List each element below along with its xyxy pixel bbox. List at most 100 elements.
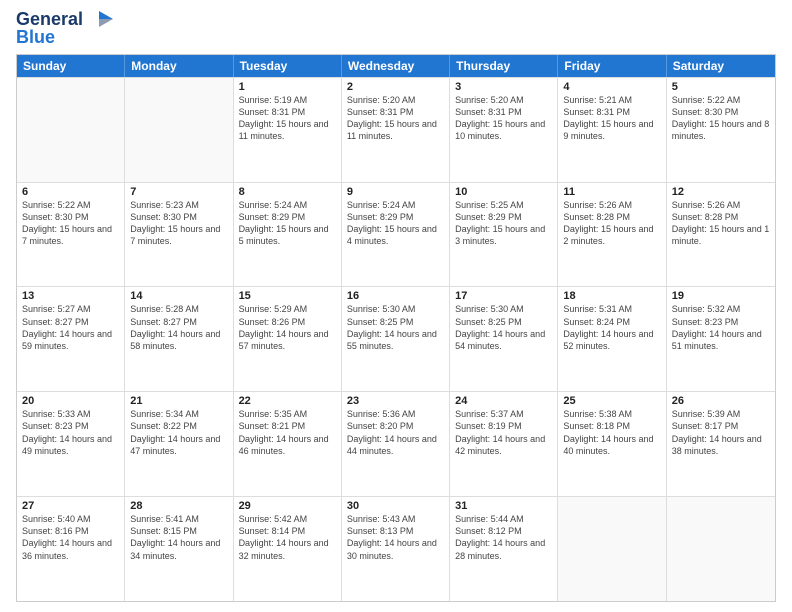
day-number: 18 <box>563 290 660 302</box>
calendar-day-13: 13Sunrise: 5:27 AM Sunset: 8:27 PM Dayli… <box>17 287 125 391</box>
calendar-day-9: 9Sunrise: 5:24 AM Sunset: 8:29 PM Daylig… <box>342 183 450 287</box>
day-number: 1 <box>239 81 336 93</box>
day-number: 9 <box>347 186 444 198</box>
col-header-saturday: Saturday <box>667 55 775 77</box>
cell-info: Sunrise: 5:41 AM Sunset: 8:15 PM Dayligh… <box>130 513 227 562</box>
day-number: 12 <box>672 186 770 198</box>
calendar-day-26: 26Sunrise: 5:39 AM Sunset: 8:17 PM Dayli… <box>667 392 775 496</box>
calendar-day-18: 18Sunrise: 5:31 AM Sunset: 8:24 PM Dayli… <box>558 287 666 391</box>
calendar-day-empty <box>558 497 666 601</box>
cell-info: Sunrise: 5:24 AM Sunset: 8:29 PM Dayligh… <box>347 199 444 248</box>
day-number: 24 <box>455 395 552 407</box>
cell-info: Sunrise: 5:30 AM Sunset: 8:25 PM Dayligh… <box>455 303 552 352</box>
cell-info: Sunrise: 5:23 AM Sunset: 8:30 PM Dayligh… <box>130 199 227 248</box>
cell-info: Sunrise: 5:43 AM Sunset: 8:13 PM Dayligh… <box>347 513 444 562</box>
calendar-day-15: 15Sunrise: 5:29 AM Sunset: 8:26 PM Dayli… <box>234 287 342 391</box>
calendar-day-29: 29Sunrise: 5:42 AM Sunset: 8:14 PM Dayli… <box>234 497 342 601</box>
cell-info: Sunrise: 5:34 AM Sunset: 8:22 PM Dayligh… <box>130 408 227 457</box>
calendar-day-7: 7Sunrise: 5:23 AM Sunset: 8:30 PM Daylig… <box>125 183 233 287</box>
calendar-day-31: 31Sunrise: 5:44 AM Sunset: 8:12 PM Dayli… <box>450 497 558 601</box>
cell-info: Sunrise: 5:25 AM Sunset: 8:29 PM Dayligh… <box>455 199 552 248</box>
calendar-day-11: 11Sunrise: 5:26 AM Sunset: 8:28 PM Dayli… <box>558 183 666 287</box>
calendar-day-19: 19Sunrise: 5:32 AM Sunset: 8:23 PM Dayli… <box>667 287 775 391</box>
cell-info: Sunrise: 5:27 AM Sunset: 8:27 PM Dayligh… <box>22 303 119 352</box>
page: General Blue SundayMondayTuesdayWednesda… <box>0 0 792 612</box>
calendar-day-17: 17Sunrise: 5:30 AM Sunset: 8:25 PM Dayli… <box>450 287 558 391</box>
cell-info: Sunrise: 5:28 AM Sunset: 8:27 PM Dayligh… <box>130 303 227 352</box>
day-number: 30 <box>347 500 444 512</box>
cell-info: Sunrise: 5:26 AM Sunset: 8:28 PM Dayligh… <box>672 199 770 248</box>
calendar-day-3: 3Sunrise: 5:20 AM Sunset: 8:31 PM Daylig… <box>450 78 558 182</box>
calendar-day-12: 12Sunrise: 5:26 AM Sunset: 8:28 PM Dayli… <box>667 183 775 287</box>
cell-info: Sunrise: 5:32 AM Sunset: 8:23 PM Dayligh… <box>672 303 770 352</box>
cell-info: Sunrise: 5:39 AM Sunset: 8:17 PM Dayligh… <box>672 408 770 457</box>
day-number: 10 <box>455 186 552 198</box>
day-number: 26 <box>672 395 770 407</box>
col-header-thursday: Thursday <box>450 55 558 77</box>
day-number: 16 <box>347 290 444 302</box>
cell-info: Sunrise: 5:33 AM Sunset: 8:23 PM Dayligh… <box>22 408 119 457</box>
cell-info: Sunrise: 5:22 AM Sunset: 8:30 PM Dayligh… <box>672 94 770 143</box>
calendar-day-6: 6Sunrise: 5:22 AM Sunset: 8:30 PM Daylig… <box>17 183 125 287</box>
cell-info: Sunrise: 5:20 AM Sunset: 8:31 PM Dayligh… <box>455 94 552 143</box>
calendar-week-2: 6Sunrise: 5:22 AM Sunset: 8:30 PM Daylig… <box>17 182 775 287</box>
calendar-day-25: 25Sunrise: 5:38 AM Sunset: 8:18 PM Dayli… <box>558 392 666 496</box>
day-number: 3 <box>455 81 552 93</box>
calendar-day-1: 1Sunrise: 5:19 AM Sunset: 8:31 PM Daylig… <box>234 78 342 182</box>
calendar-day-4: 4Sunrise: 5:21 AM Sunset: 8:31 PM Daylig… <box>558 78 666 182</box>
day-number: 8 <box>239 186 336 198</box>
calendar-day-20: 20Sunrise: 5:33 AM Sunset: 8:23 PM Dayli… <box>17 392 125 496</box>
cell-info: Sunrise: 5:20 AM Sunset: 8:31 PM Dayligh… <box>347 94 444 143</box>
cell-info: Sunrise: 5:22 AM Sunset: 8:30 PM Dayligh… <box>22 199 119 248</box>
cell-info: Sunrise: 5:21 AM Sunset: 8:31 PM Dayligh… <box>563 94 660 143</box>
cell-info: Sunrise: 5:26 AM Sunset: 8:28 PM Dayligh… <box>563 199 660 248</box>
day-number: 21 <box>130 395 227 407</box>
col-header-tuesday: Tuesday <box>234 55 342 77</box>
calendar-day-14: 14Sunrise: 5:28 AM Sunset: 8:27 PM Dayli… <box>125 287 233 391</box>
day-number: 13 <box>22 290 119 302</box>
calendar-day-5: 5Sunrise: 5:22 AM Sunset: 8:30 PM Daylig… <box>667 78 775 182</box>
day-number: 14 <box>130 290 227 302</box>
calendar-header-row: SundayMondayTuesdayWednesdayThursdayFrid… <box>17 55 775 77</box>
logo: General Blue <box>16 10 113 48</box>
day-number: 5 <box>672 81 770 93</box>
calendar-day-empty <box>125 78 233 182</box>
calendar-day-28: 28Sunrise: 5:41 AM Sunset: 8:15 PM Dayli… <box>125 497 233 601</box>
calendar-day-10: 10Sunrise: 5:25 AM Sunset: 8:29 PM Dayli… <box>450 183 558 287</box>
day-number: 28 <box>130 500 227 512</box>
calendar-day-24: 24Sunrise: 5:37 AM Sunset: 8:19 PM Dayli… <box>450 392 558 496</box>
cell-info: Sunrise: 5:38 AM Sunset: 8:18 PM Dayligh… <box>563 408 660 457</box>
calendar-day-27: 27Sunrise: 5:40 AM Sunset: 8:16 PM Dayli… <box>17 497 125 601</box>
cell-info: Sunrise: 5:40 AM Sunset: 8:16 PM Dayligh… <box>22 513 119 562</box>
day-number: 31 <box>455 500 552 512</box>
cell-info: Sunrise: 5:44 AM Sunset: 8:12 PM Dayligh… <box>455 513 552 562</box>
cell-info: Sunrise: 5:36 AM Sunset: 8:20 PM Dayligh… <box>347 408 444 457</box>
calendar-week-4: 20Sunrise: 5:33 AM Sunset: 8:23 PM Dayli… <box>17 391 775 496</box>
header: General Blue <box>16 10 776 48</box>
calendar-day-16: 16Sunrise: 5:30 AM Sunset: 8:25 PM Dayli… <box>342 287 450 391</box>
col-header-wednesday: Wednesday <box>342 55 450 77</box>
cell-info: Sunrise: 5:29 AM Sunset: 8:26 PM Dayligh… <box>239 303 336 352</box>
cell-info: Sunrise: 5:24 AM Sunset: 8:29 PM Dayligh… <box>239 199 336 248</box>
col-header-monday: Monday <box>125 55 233 77</box>
calendar-day-empty <box>667 497 775 601</box>
logo-text-blue: Blue <box>16 27 55 47</box>
day-number: 27 <box>22 500 119 512</box>
day-number: 25 <box>563 395 660 407</box>
day-number: 7 <box>130 186 227 198</box>
calendar-day-empty <box>17 78 125 182</box>
day-number: 11 <box>563 186 660 198</box>
calendar-week-1: 1Sunrise: 5:19 AM Sunset: 8:31 PM Daylig… <box>17 77 775 182</box>
day-number: 23 <box>347 395 444 407</box>
calendar-day-8: 8Sunrise: 5:24 AM Sunset: 8:29 PM Daylig… <box>234 183 342 287</box>
calendar-day-30: 30Sunrise: 5:43 AM Sunset: 8:13 PM Dayli… <box>342 497 450 601</box>
calendar-week-3: 13Sunrise: 5:27 AM Sunset: 8:27 PM Dayli… <box>17 286 775 391</box>
cell-info: Sunrise: 5:35 AM Sunset: 8:21 PM Dayligh… <box>239 408 336 457</box>
day-number: 2 <box>347 81 444 93</box>
cell-info: Sunrise: 5:37 AM Sunset: 8:19 PM Dayligh… <box>455 408 552 457</box>
cell-info: Sunrise: 5:19 AM Sunset: 8:31 PM Dayligh… <box>239 94 336 143</box>
calendar-day-2: 2Sunrise: 5:20 AM Sunset: 8:31 PM Daylig… <box>342 78 450 182</box>
calendar-body: 1Sunrise: 5:19 AM Sunset: 8:31 PM Daylig… <box>17 77 775 601</box>
calendar-day-22: 22Sunrise: 5:35 AM Sunset: 8:21 PM Dayli… <box>234 392 342 496</box>
logo-bird-icon <box>85 9 113 27</box>
